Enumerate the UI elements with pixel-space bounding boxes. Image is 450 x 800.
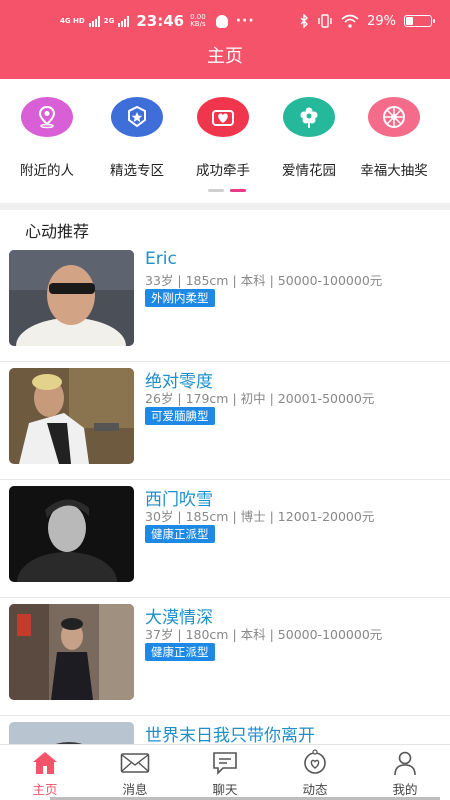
personality-tag: 健康正派型: [145, 643, 215, 661]
clock: 23:46: [136, 12, 185, 30]
moments-icon: [300, 749, 330, 777]
recommendation-list[interactable]: Eric 33岁 | 185cm | 本科 | 50000-100000元 外刚…: [0, 244, 450, 744]
app-header: 4G HD 2G 23:46 0.00 KB/s ··· 29% 主页: [0, 0, 450, 79]
category-label: 附近的人: [20, 163, 74, 179]
more-notifications-icon: ···: [235, 13, 255, 29]
wheel-icon: [368, 97, 420, 137]
user-card[interactable]: Eric 33岁 | 185cm | 本科 | 50000-100000元 外刚…: [0, 244, 450, 362]
category-carousel[interactable]: 附近的人 精选专区 成功牵手 爱情花园 幸福大抽奖: [0, 79, 450, 205]
indicator-dot: [208, 189, 224, 192]
tab-chat[interactable]: 聊天: [180, 749, 270, 798]
user-info: 30岁 | 185cm | 博士 | 12001-20000元: [145, 509, 375, 524]
category-lottery[interactable]: 幸福大抽奖: [349, 97, 439, 179]
category-label: 爱情花园: [282, 163, 336, 179]
location-pin-icon: [21, 97, 73, 137]
section-divider: [0, 203, 450, 210]
status-bar: 4G HD 2G 23:46 0.00 KB/s ··· 29%: [0, 0, 450, 40]
tab-label: 我的: [392, 782, 418, 797]
tab-label: 主页: [32, 782, 58, 797]
user-info: 26岁 | 179cm | 初中 | 20001-50000元: [145, 391, 375, 406]
category-label: 幸福大抽奖: [360, 163, 428, 179]
tab-label: 消息: [122, 782, 148, 797]
user-info: 37岁 | 180cm | 本科 | 50000-100000元: [145, 627, 383, 642]
category-nearby[interactable]: 附近的人: [2, 97, 92, 179]
bottom-nav: 主页 消息 聊天 动态 我的: [0, 744, 450, 800]
user-photo[interactable]: [9, 250, 134, 346]
section-title: 心动推荐: [25, 222, 90, 241]
qq-penguin-icon: [215, 14, 228, 28]
tab-profile[interactable]: 我的: [360, 749, 450, 798]
signal-2-icon: [118, 15, 130, 27]
battery-icon: [404, 15, 435, 27]
network-speed-unit: KB/s: [190, 20, 206, 28]
network-1-label: 4G HD: [60, 16, 85, 25]
network-speed: 0.00 KB/s: [190, 14, 206, 28]
tab-label: 聊天: [212, 782, 238, 797]
vibrate-icon: [318, 14, 332, 28]
user-photo[interactable]: [9, 486, 134, 582]
user-name[interactable]: 世界末日我只带你离开: [145, 721, 315, 744]
user-name[interactable]: Eric: [145, 249, 177, 269]
user-photo[interactable]: [9, 368, 134, 464]
signal-1-icon: [88, 15, 100, 27]
user-card[interactable]: 世界末日我只带你离开: [0, 716, 450, 744]
person-icon: [390, 749, 420, 777]
indicator-dot-active: [230, 189, 246, 192]
home-icon: [30, 749, 60, 777]
tab-messages[interactable]: 消息: [90, 749, 180, 798]
category-label: 精选专区: [110, 163, 164, 179]
battery-percent: 29%: [367, 13, 396, 29]
category-success[interactable]: 成功牵手: [178, 97, 268, 179]
network-2-label: 2G: [103, 16, 115, 25]
category-label: 成功牵手: [196, 163, 250, 179]
heart-icon: [197, 97, 249, 137]
tab-label: 动态: [302, 782, 328, 797]
personality-tag: 外刚内柔型: [145, 289, 215, 307]
user-card[interactable]: 绝对零度 26岁 | 179cm | 初中 | 20001-50000元 可爱腼…: [0, 362, 450, 480]
user-photo[interactable]: [9, 604, 134, 700]
page-title: 主页: [207, 46, 243, 67]
star-badge-icon: [111, 97, 163, 137]
envelope-icon: [120, 749, 150, 777]
bluetooth-icon: [300, 14, 309, 28]
category-garden[interactable]: 爱情花园: [264, 97, 354, 179]
wifi-icon: [341, 14, 359, 28]
flower-icon: [283, 97, 335, 137]
personality-tag: 健康正派型: [145, 525, 215, 543]
user-photo[interactable]: [9, 722, 134, 744]
user-card[interactable]: 西门吹雪 30岁 | 185cm | 博士 | 12001-20000元 健康正…: [0, 480, 450, 598]
tab-moments[interactable]: 动态: [270, 749, 360, 798]
tab-home[interactable]: 主页: [0, 749, 90, 798]
chat-icon: [210, 749, 240, 777]
user-info: 33岁 | 185cm | 本科 | 50000-100000元: [145, 273, 383, 288]
user-card[interactable]: 大漠情深 37岁 | 180cm | 本科 | 50000-100000元 健康…: [0, 598, 450, 716]
category-featured[interactable]: 精选专区: [92, 97, 182, 179]
personality-tag: 可爱腼腆型: [145, 407, 215, 425]
page-indicator: [208, 189, 246, 192]
